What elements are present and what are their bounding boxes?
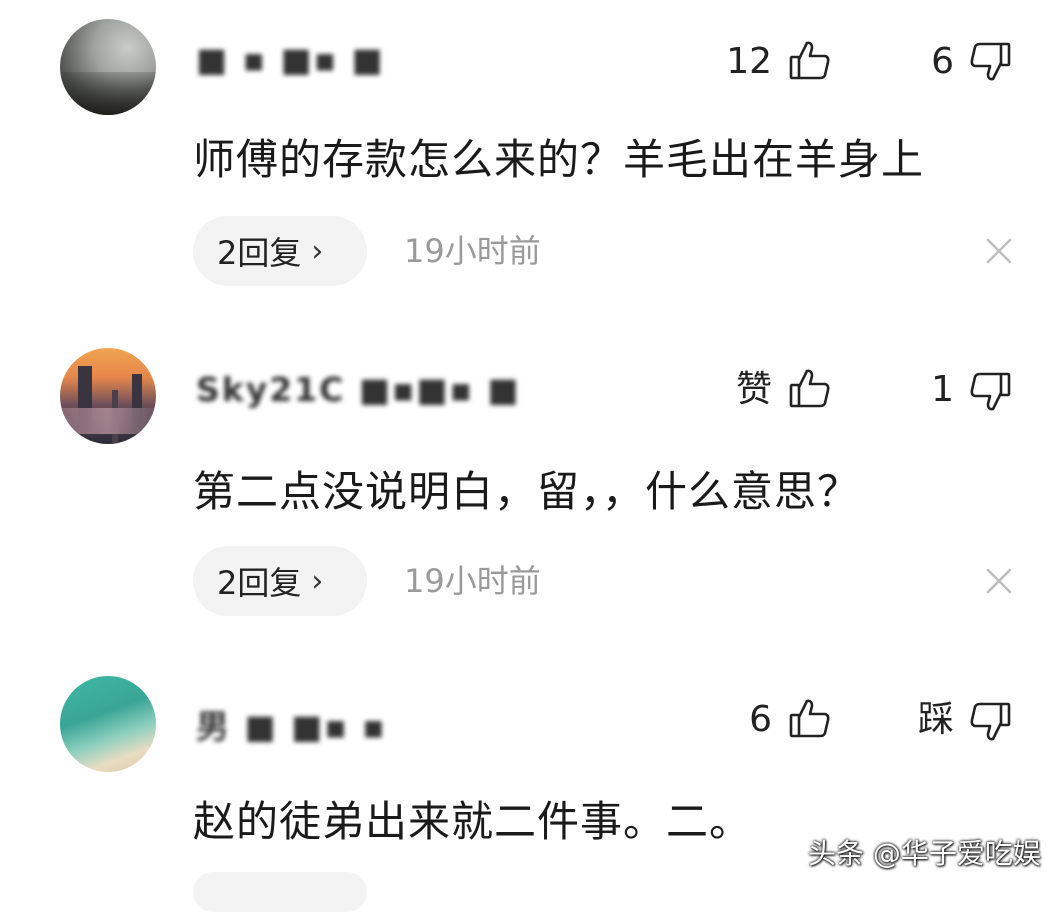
close-icon[interactable] [984,566,1014,596]
close-icon[interactable] [984,236,1014,266]
comment-text: 赵的徒弟出来就二件事。二。 [193,797,753,846]
thumbs-up-icon[interactable] [788,38,832,82]
timestamp: 19小时前 [404,232,541,270]
thumbs-up-icon[interactable] [788,696,832,740]
chevron-right-icon: › [311,233,324,269]
like-count: 6 [749,699,772,740]
avatar[interactable] [60,348,156,444]
reply-button[interactable] [193,872,367,912]
dislike-label: 踩 [917,699,954,740]
comment-text: 第二点没说明白，留，，什么意思？ [193,467,861,516]
thumbs-down-icon[interactable] [968,40,1012,84]
like-label: 赞 [735,369,772,410]
timestamp: 19小时前 [404,562,541,600]
username[interactable]: ■ ▪ ■▪ ■ [196,40,385,79]
thumbs-down-icon[interactable] [968,370,1012,414]
reply-label: 2回复 [217,564,302,602]
watermark: 头条 @华子爱吃娱 [808,837,1041,870]
thumbs-down-icon[interactable] [968,700,1012,744]
reply-button[interactable]: 2回复 › [193,546,367,616]
username[interactable]: 男 ■ ■▪ ▪ [196,700,387,748]
dislike-count: 6 [931,41,954,82]
reply-label: 2回复 [217,234,302,272]
username[interactable]: Sky21C ■▪■▪ ■ [196,370,521,409]
reply-button[interactable]: 2回复 › [193,216,367,286]
thumbs-up-icon[interactable] [788,366,832,410]
comment-text: 师傅的存款怎么来的？羊毛出在羊身上 [193,135,925,184]
like-count: 12 [726,41,772,82]
avatar[interactable] [60,19,156,115]
chevron-right-icon: › [311,563,324,599]
avatar[interactable] [60,676,156,772]
dislike-count: 1 [931,369,954,410]
